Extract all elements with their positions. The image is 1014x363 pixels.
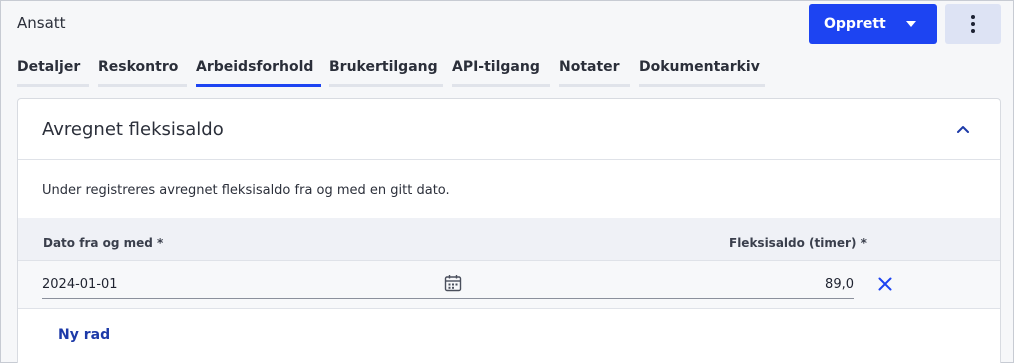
- balance-value: 89,0: [825, 277, 854, 292]
- active-tab-indicator: [196, 84, 321, 87]
- panel-title: Avregnet fleksisaldo: [42, 119, 224, 140]
- close-icon[interactable]: [878, 277, 892, 291]
- table-row: 2024-01-01 89,0: [18, 261, 1000, 309]
- more-vertical-icon: [971, 15, 975, 19]
- tab-accounts[interactable]: Reskontro: [98, 59, 178, 75]
- tab-employment[interactable]: Arbeidsforhold: [196, 59, 313, 75]
- add-row-button[interactable]: Ny rad: [58, 327, 110, 343]
- app-window: Ansatt Opprett Detaljer Reskontro Arbeid…: [0, 0, 1014, 363]
- table-header: Dato fra og med * Fleksisaldo (timer) *: [18, 218, 1000, 261]
- column-header-balance: Fleksisaldo (timer) *: [729, 236, 867, 250]
- date-field[interactable]: 2024-01-01: [42, 269, 466, 299]
- date-value: 2024-01-01: [42, 277, 118, 292]
- tab-document-archive[interactable]: Dokumentarkiv: [639, 59, 760, 75]
- create-button-label: Opprett: [824, 16, 886, 32]
- panel-divider: [18, 159, 1000, 160]
- tab-api-access[interactable]: API-tilgang: [452, 59, 540, 75]
- calendar-icon[interactable]: [444, 274, 462, 292]
- panel-description: Under registreres avregnet fleksisaldo f…: [42, 183, 450, 198]
- flex-balance-panel: Avregnet fleksisaldo Under registreres a…: [17, 98, 1001, 363]
- balance-field[interactable]: 89,0: [465, 269, 854, 299]
- chevron-up-icon[interactable]: [955, 121, 971, 137]
- page-title: Ansatt: [17, 14, 66, 32]
- tab-notes[interactable]: Notater: [559, 59, 620, 75]
- tab-details[interactable]: Detaljer: [17, 59, 80, 75]
- create-button[interactable]: Opprett: [809, 4, 937, 44]
- more-options-button[interactable]: [945, 4, 1001, 44]
- tab-user-access[interactable]: Brukertilgang: [329, 59, 438, 75]
- column-header-date: Dato fra og med *: [43, 236, 164, 250]
- caret-down-icon: [906, 21, 916, 27]
